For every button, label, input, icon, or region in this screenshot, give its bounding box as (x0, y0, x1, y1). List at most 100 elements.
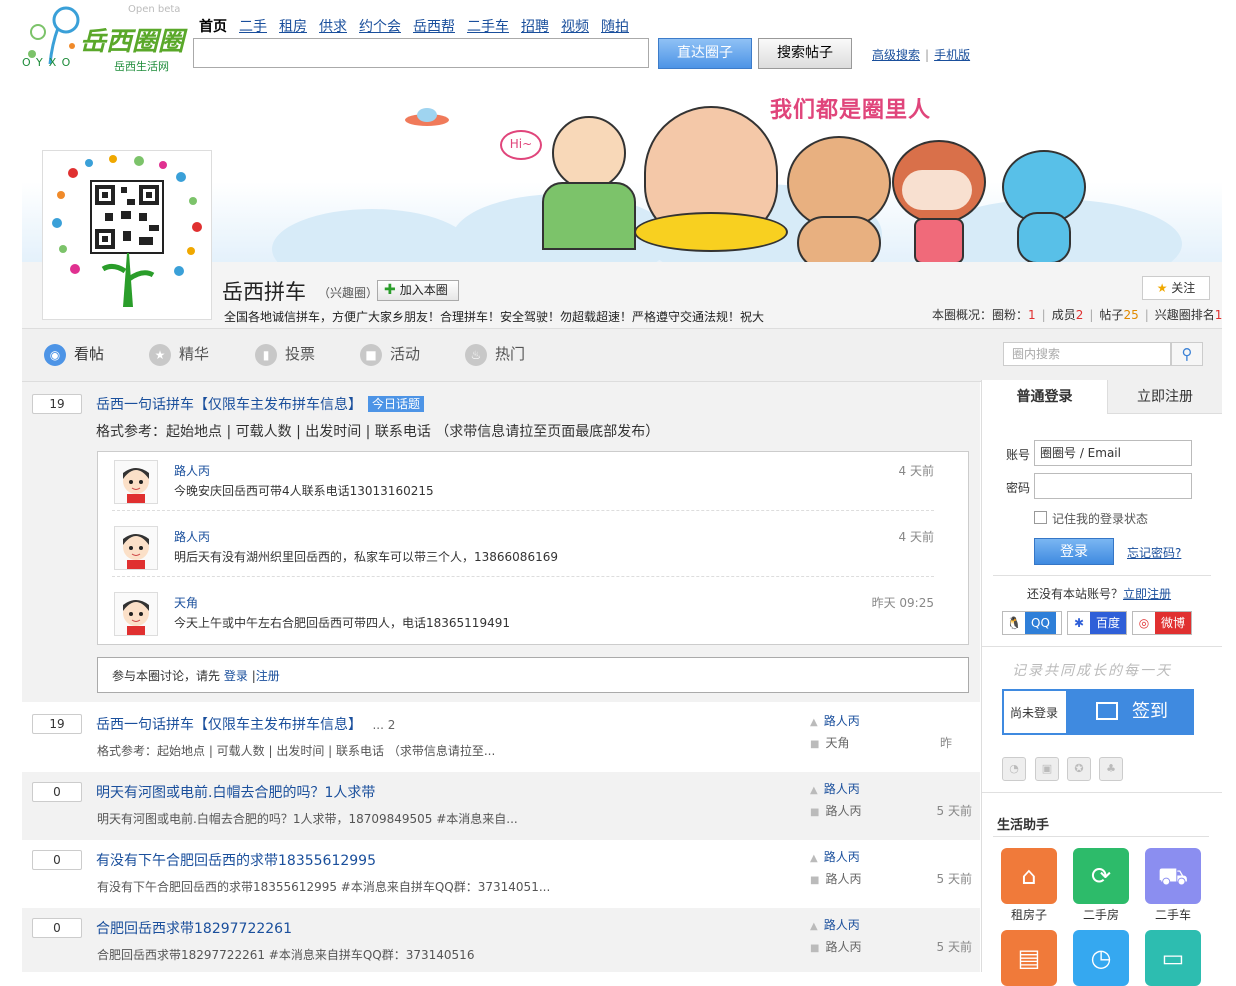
nav-jobs[interactable]: 招聘 (521, 19, 549, 35)
nav-used-car[interactable]: 二手车 (467, 19, 509, 35)
no-account-text: 还没有本站账号？立即注册 (1027, 587, 1172, 601)
nav-secondhand[interactable]: 二手 (239, 19, 267, 35)
topic-author[interactable]: ▲ 路人丙 (810, 712, 860, 729)
tab-featured[interactable]: ★ 精华 (149, 343, 209, 366)
avatar[interactable] (114, 526, 158, 570)
car-icon: ⛟ (1157, 862, 1189, 890)
topic-title[interactable]: 岳西一句话拼车【仅限车主发布拼车信息】 ... 2 (96, 714, 395, 734)
bar-chart-icon: ▮ (255, 343, 277, 366)
reply-item: 路人丙 今晚安庆回岳西可带4人联系电话13013160215 4 天前 (112, 452, 934, 511)
tab-view-posts[interactable]: ◉ 看帖 (44, 343, 104, 366)
baidu-login-button[interactable]: ✱ 百度 (1067, 611, 1127, 635)
sign-in-button[interactable]: 签到 (1066, 691, 1194, 733)
avatar[interactable] (114, 592, 158, 636)
life-helper-title: 生活助手 (997, 818, 1050, 833)
join-circle-button[interactable]: ✚ 加入本圈 (377, 280, 459, 301)
reply-count: 0 (32, 918, 82, 938)
qq-icon: 🐧 (1006, 616, 1022, 630)
app-time[interactable]: ◷ (1073, 930, 1129, 986)
topic-title[interactable]: 岳西一句话拼车【仅限车主发布拼车信息】 今日话题 (96, 394, 425, 414)
reply-count: 0 (32, 850, 82, 870)
app-rent[interactable]: ⌂ (1001, 848, 1057, 904)
plus-icon: ✚ (384, 282, 396, 298)
topic-title[interactable]: 合肥回岳西求带18297722261 (96, 918, 292, 938)
circle-type-tag: （兴趣圈） (318, 286, 379, 300)
search-posts-button[interactable]: 搜索帖子 (758, 38, 852, 69)
user-icon: ▲ (810, 853, 818, 864)
reply-author[interactable]: 路人丙 (174, 528, 210, 545)
topic-author[interactable]: ▲ 路人丙 (810, 916, 860, 933)
logo-subtitle: 岳西生活网 (114, 60, 169, 73)
reply-time: 昨天 09:25 (871, 596, 934, 610)
app-jobs[interactable]: ▤ (1001, 930, 1057, 986)
badge-icon[interactable]: ◔ (1002, 757, 1026, 781)
login-button[interactable]: 登录 (1034, 538, 1114, 565)
app-computer[interactable]: ▭ (1145, 930, 1201, 986)
recycle-house-icon: ⟳ (1090, 862, 1112, 890)
badge-icon[interactable]: ▣ (1035, 757, 1059, 781)
topic-row: 0 明天有河图或电前.白帽去合肥的吗？1人求带 明天有河图或电前.白帽去合肥的吗… (22, 772, 980, 840)
app-secondhand-house[interactable]: ⟳ (1073, 848, 1129, 904)
weibo-login-button[interactable]: ◎ 微博 (1132, 611, 1192, 635)
calendar-icon (1096, 702, 1118, 720)
nav-rent[interactable]: 租房 (279, 19, 307, 35)
sign-in-widget: 尚未登录 签到 (1002, 689, 1194, 735)
topic-summary: 格式参考：起始地点 | 可载人数 | 出发时间 | 联系电话 （求带信息请拉至.… (97, 744, 496, 758)
advanced-search-link[interactable]: 高级搜索 (872, 48, 920, 62)
topic-title[interactable]: 明天有河图或电前.白帽去合肥的吗？1人求带 (96, 782, 375, 802)
avatar[interactable] (114, 460, 158, 504)
reply-item: 天角 今天上午或中午左右合肥回岳西可带四人，电话18365119491 昨天 0… (112, 584, 934, 642)
reply-author[interactable]: 天角 (174, 594, 198, 611)
weibo-icon: ◎ (1138, 616, 1150, 630)
monitor-icon: ▭ (1161, 944, 1185, 972)
nav-home[interactable]: 首页 (199, 19, 227, 35)
remember-checkbox[interactable] (1034, 511, 1047, 524)
house-icon: ⌂ (1021, 862, 1037, 890)
logo-letters: OYXO (22, 56, 77, 69)
tab-normal-login[interactable]: 普通登录 (982, 380, 1107, 414)
tab-vote[interactable]: ▮ 投票 (255, 343, 315, 366)
cartoon-character-bald (634, 106, 788, 256)
nav-video[interactable]: 视频 (561, 19, 589, 35)
nav-help[interactable]: 岳西帮 (413, 19, 455, 35)
tab-register[interactable]: 立即注册 (1107, 380, 1222, 414)
page-links[interactable]: ... 2 (372, 718, 395, 732)
account-input[interactable]: 圈圈号 / Email (1034, 440, 1192, 466)
qq-login-button[interactable]: 🐧 QQ (1002, 611, 1062, 635)
top-links: 高级搜索 | 手机版 (872, 48, 971, 62)
banner-slogan: 我们都是圈里人 (770, 98, 932, 123)
tab-hot[interactable]: ♨ 热门 (465, 343, 525, 366)
app-used-car[interactable]: ⛟ (1145, 848, 1201, 904)
reply-item: 路人丙 明后天有没有湖州织里回岳西的，私家车可以带三个人，13866086169… (112, 518, 934, 577)
comment-icon: ■ (810, 807, 820, 818)
badge-icon[interactable]: ✪ (1067, 757, 1091, 781)
reply-author[interactable]: 路人丙 (174, 462, 210, 479)
today-topic-badge: 今日话题 (368, 396, 425, 412)
circle-search-button[interactable]: ⚲ (1171, 342, 1203, 366)
app-label: 租房子 (1010, 908, 1047, 922)
topic-row: 0 有没有下午合肥回岳西的求带18355612995 有没有下午合肥回岳西的求带… (22, 840, 980, 908)
search-icon: ⚲ (1181, 345, 1193, 363)
search-input[interactable] (193, 38, 649, 68)
circle-overview: 本圈概况：圈粉：1 | 成员2 | 帖子25 | 兴趣圈排名1 (932, 308, 1223, 322)
mobile-version-link[interactable]: 手机版 (934, 48, 970, 62)
login-link[interactable]: 登录 (224, 669, 248, 683)
circle-search-input[interactable]: 圈内搜索 (1003, 342, 1171, 366)
topic-title[interactable]: 有没有下午合肥回岳西的求带18355612995 (96, 850, 376, 870)
nav-supply[interactable]: 供求 (319, 19, 347, 35)
app-label: 二手车 (1154, 908, 1191, 922)
go-to-circle-button[interactable]: 直达圈子 (658, 38, 752, 69)
follow-button[interactable]: ★ 关注 (1142, 276, 1210, 300)
nav-snapshot[interactable]: 随拍 (601, 19, 629, 35)
forgot-password-link[interactable]: 忘记密码? (1127, 544, 1181, 561)
topic-author[interactable]: ▲ 路人丙 (810, 780, 860, 797)
register-link[interactable]: 注册 (256, 669, 280, 683)
badge-icon[interactable]: ♣ (1099, 757, 1123, 781)
nav-dating[interactable]: 约个会 (359, 19, 401, 35)
register-now-link[interactable]: 立即注册 (1123, 587, 1171, 601)
cartoon-character-blue (992, 150, 1092, 262)
password-input[interactable] (1034, 473, 1192, 499)
topic-author[interactable]: ▲ 路人丙 (810, 848, 860, 865)
tab-activity[interactable]: ■ 活动 (360, 343, 420, 366)
cartoon-character-girl (892, 140, 986, 262)
